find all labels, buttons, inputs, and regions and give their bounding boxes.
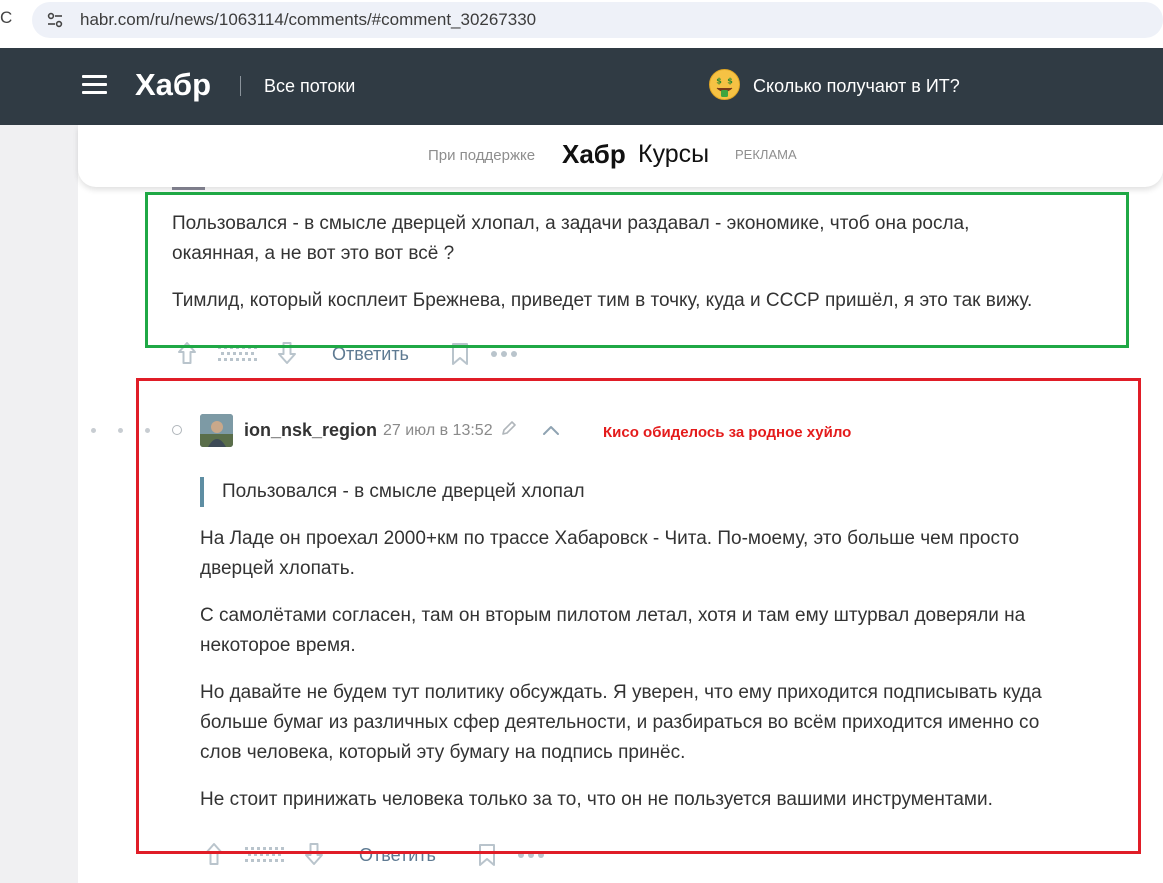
red-highlight-box [136, 378, 1141, 854]
url-field[interactable]: habr.com/ru/news/1063114/comments/#comme… [32, 2, 1163, 38]
thread-dot [91, 428, 96, 433]
menu-icon[interactable] [82, 75, 107, 95]
reload-icon[interactable]: C [0, 8, 12, 28]
site-header: Хабр Все потоки $ $ Сколько получают в И… [0, 48, 1163, 125]
ad-label: РЕКЛАМА [735, 147, 797, 162]
sponsor-product: Курсы [638, 140, 710, 168]
svg-text:$: $ [716, 77, 722, 86]
money-face-icon[interactable]: $ $ [708, 68, 741, 101]
more-icon[interactable] [490, 350, 518, 358]
sponsor-brand: Хабр [562, 139, 626, 169]
salary-link[interactable]: Сколько получают в ИТ? [753, 76, 960, 97]
sponsor-caption: При поддержке [428, 147, 536, 164]
thread-dot [118, 428, 123, 433]
url-text: habr.com/ru/news/1063114/comments/#comme… [80, 10, 537, 29]
browser-address-bar: C habr.com/ru/news/1063114/comments/#com… [0, 0, 1163, 48]
header-divider [240, 76, 241, 96]
site-info-icon[interactable] [46, 11, 64, 29]
green-highlight-box [145, 192, 1129, 348]
all-flows-link[interactable]: Все потоки [264, 76, 355, 97]
sponsor-banner[interactable]: При поддержке Хабр Курсы РЕКЛАМА [78, 125, 1163, 187]
site-logo[interactable]: Хабр [135, 67, 211, 103]
svg-text:$: $ [727, 77, 733, 86]
